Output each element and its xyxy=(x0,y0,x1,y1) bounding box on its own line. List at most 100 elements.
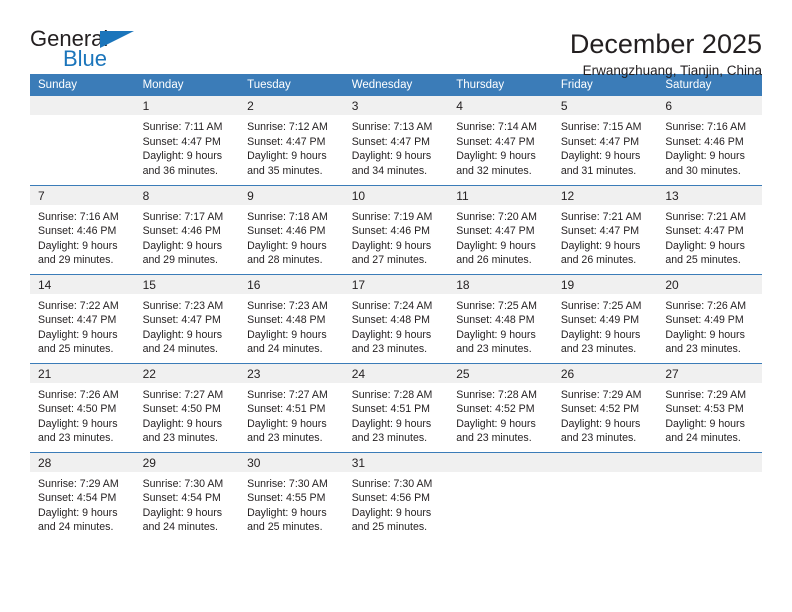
day-number: 11 xyxy=(448,185,553,205)
daylight-text-line2: and 24 minutes. xyxy=(142,343,218,356)
sunset-text: Sunset: 4:48 PM xyxy=(456,314,535,327)
sunset-text: Sunset: 4:47 PM xyxy=(560,225,640,238)
calendar-day-cell[interactable]: 9 Sunrise: 7:18 AM Sunset: 4:46 PM Daylight… xyxy=(239,184,344,274)
calendar-day-cell[interactable]: 24 Sunrise: 7:28 AM Sunset: 4:51 PM Dayligh… xyxy=(343,362,449,452)
day-details: Sunrise: 7:27 AM Sunset: 4:50 PM Daylight:… xyxy=(135,383,240,446)
daylight-text-line1: Daylight: 9 hours xyxy=(560,417,641,430)
sunrise-text: Sunrise: 7:28 AM xyxy=(351,388,433,401)
day-details: Sunrise: 7:16 AM Sunset: 4:46 PM Daylight:… xyxy=(657,115,762,178)
day-number: 13 xyxy=(657,185,762,205)
calendar-day-cell[interactable]: 31 Sunrise: 7:30 AM Sunset: 4:56 PM Dayligh… xyxy=(343,451,449,541)
day-details: Sunrise: 7:28 AM Sunset: 4:52 PM Daylight:… xyxy=(448,383,553,446)
sunset-text: Sunset: 4:54 PM xyxy=(142,492,221,505)
daylight-text-line1: Daylight: 9 hours xyxy=(38,239,118,252)
sunrise-text: Sunrise: 7:30 AM xyxy=(351,477,433,490)
calendar-day-cell[interactable]: 4 Sunrise: 7:14 AM Sunset: 4:47 PM Daylight… xyxy=(448,96,553,185)
calendar-day-cell[interactable]: 10 Sunrise: 7:19 AM Sunset: 4:46 PM Dayligh… xyxy=(343,184,449,274)
day-details: Sunrise: 7:24 AM Sunset: 4:48 PM Daylight:… xyxy=(344,294,449,357)
sunrise-text: Sunrise: 7:18 AM xyxy=(247,210,328,223)
calendar-day-cell[interactable]: 25 Sunrise: 7:28 AM Sunset: 4:52 PM Dayligh… xyxy=(448,362,553,452)
sunrise-text: Sunrise: 7:12 AM xyxy=(247,121,328,133)
calendar-day-cell[interactable]: 5 Sunrise: 7:15 AM Sunset: 4:47 PM Daylight… xyxy=(552,96,658,185)
daylight-text-line2: and 24 minutes. xyxy=(38,521,114,534)
sunrise-text: Sunrise: 7:14 AM xyxy=(456,121,537,133)
calendar-day-cell[interactable]: 29 Sunrise: 7:30 AM Sunset: 4:54 PM Dayligh… xyxy=(134,451,240,541)
calendar-day-cell[interactable]: 21 Sunrise: 7:26 AM Sunset: 4:50 PM Dayligh… xyxy=(30,362,135,452)
calendar-week-row: 21 Sunrise: 7:26 AM Sunset: 4:50 PM Dayligh… xyxy=(30,362,762,452)
sunrise-text: Sunrise: 7:26 AM xyxy=(665,299,747,312)
daylight-text-line2: and 25 minutes. xyxy=(38,343,114,356)
day-number: 30 xyxy=(239,452,344,472)
daylight-text-line1: Daylight: 9 hours xyxy=(38,328,118,341)
sunset-text: Sunset: 4:51 PM xyxy=(351,403,431,416)
calendar-day-cell[interactable]: 15 Sunrise: 7:23 AM Sunset: 4:47 PM Dayligh… xyxy=(134,273,240,363)
day-number: 18 xyxy=(448,274,553,294)
calendar-day-cell[interactable]: 12 Sunrise: 7:21 AM Sunset: 4:47 PM Dayligh… xyxy=(552,184,658,274)
calendar-day-cell[interactable]: 14 Sunrise: 7:22 AM Sunset: 4:47 PM Dayligh… xyxy=(30,273,135,363)
day-number: 2 xyxy=(239,96,344,115)
calendar-day-cell[interactable]: 26 Sunrise: 7:29 AM Sunset: 4:52 PM Dayligh… xyxy=(552,362,658,452)
daylight-text-line2: and 25 minutes. xyxy=(665,254,741,267)
sunrise-text: Sunrise: 7:21 AM xyxy=(560,210,642,223)
day-number xyxy=(657,452,762,472)
general-blue-logo[interactable]: General Blue xyxy=(30,28,150,74)
day-details: Sunrise: 7:23 AM Sunset: 4:47 PM Daylight:… xyxy=(135,294,240,357)
day-number: 5 xyxy=(552,96,658,115)
day-number: 29 xyxy=(134,452,240,472)
sunset-text: Sunset: 4:55 PM xyxy=(247,492,326,505)
calendar-day-cell[interactable]: 28 Sunrise: 7:29 AM Sunset: 4:54 PM Dayligh… xyxy=(30,451,135,541)
sunset-text: Sunset: 4:47 PM xyxy=(247,135,326,148)
daylight-text-line2: and 29 minutes. xyxy=(142,254,218,267)
calendar-day-cell[interactable]: 7 Sunrise: 7:16 AM Sunset: 4:46 PM Daylight… xyxy=(30,184,135,274)
calendar-day-cell[interactable]: 8 Sunrise: 7:17 AM Sunset: 4:46 PM Daylight… xyxy=(134,184,240,274)
daylight-text-line2: and 24 minutes. xyxy=(142,521,218,534)
weekday-header-monday: Monday xyxy=(134,74,240,96)
calendar-day-cell[interactable]: 16 Sunrise: 7:23 AM Sunset: 4:48 PM Dayligh… xyxy=(239,273,344,363)
day-details: Sunrise: 7:30 AM Sunset: 4:54 PM Daylight:… xyxy=(135,472,240,535)
daylight-text-line2: and 25 minutes. xyxy=(351,521,428,534)
calendar-day-cell[interactable]: 3 Sunrise: 7:13 AM Sunset: 4:47 PM Daylight… xyxy=(343,96,449,185)
calendar-day-cell[interactable]: 30 Sunrise: 7:30 AM Sunset: 4:55 PM Dayligh… xyxy=(239,451,344,541)
daylight-text-line1: Daylight: 9 hours xyxy=(456,150,536,163)
calendar-day-cell[interactable]: 2 Sunrise: 7:12 AM Sunset: 4:47 PM Daylight… xyxy=(239,96,344,185)
daylight-text-line2: and 25 minutes. xyxy=(247,521,323,534)
day-number: 4 xyxy=(448,96,553,115)
daylight-text-line1: Daylight: 9 hours xyxy=(456,328,536,341)
daylight-text-line1: Daylight: 9 hours xyxy=(351,239,432,252)
daylight-text-line1: Daylight: 9 hours xyxy=(456,417,536,430)
daylight-text-line1: Daylight: 9 hours xyxy=(665,417,745,430)
daylight-text-line2: and 23 minutes. xyxy=(456,343,532,356)
sunset-text: Sunset: 4:47 PM xyxy=(456,225,535,238)
daylight-text-line1: Daylight: 9 hours xyxy=(38,506,118,519)
sunrise-text: Sunrise: 7:23 AM xyxy=(247,299,328,312)
sunset-text: Sunset: 4:50 PM xyxy=(142,403,221,416)
sunrise-text: Sunrise: 7:27 AM xyxy=(142,388,224,401)
day-number xyxy=(552,452,658,472)
day-number: 25 xyxy=(448,363,553,383)
calendar-week-row: 28 Sunrise: 7:29 AM Sunset: 4:54 PM Dayligh… xyxy=(30,451,762,541)
sunset-text: Sunset: 4:54 PM xyxy=(38,492,117,505)
calendar-day-cell[interactable]: 13 Sunrise: 7:21 AM Sunset: 4:47 PM Dayligh… xyxy=(657,184,762,274)
calendar-day-cell[interactable]: 27 Sunrise: 7:29 AM Sunset: 4:53 PM Dayligh… xyxy=(657,362,762,452)
calendar-day-cell[interactable]: 17 Sunrise: 7:24 AM Sunset: 4:48 PM Dayligh… xyxy=(343,273,449,363)
day-number: 10 xyxy=(343,185,449,205)
sunset-text: Sunset: 4:47 PM xyxy=(142,135,221,148)
calendar-day-cell[interactable]: 22 Sunrise: 7:27 AM Sunset: 4:50 PM Dayligh… xyxy=(134,362,240,452)
calendar-day-cell[interactable]: 19 Sunrise: 7:25 AM Sunset: 4:49 PM Dayligh… xyxy=(552,273,658,363)
weekday-header-sunday: Sunday xyxy=(30,74,135,96)
calendar-day-cell[interactable]: 20 Sunrise: 7:26 AM Sunset: 4:49 PM Dayligh… xyxy=(657,273,762,363)
calendar-day-cell[interactable]: 23 Sunrise: 7:27 AM Sunset: 4:51 PM Dayligh… xyxy=(239,362,344,452)
day-number: 8 xyxy=(134,185,240,205)
daylight-text-line1: Daylight: 9 hours xyxy=(247,150,327,163)
day-details: Sunrise: 7:29 AM Sunset: 4:52 PM Daylight:… xyxy=(553,383,658,446)
calendar-day-cell[interactable]: 6 Sunrise: 7:16 AM Sunset: 4:46 PM Daylight… xyxy=(657,96,762,185)
calendar-day-cell[interactable]: 11 Sunrise: 7:20 AM Sunset: 4:47 PM Dayligh… xyxy=(448,184,553,274)
day-number: 22 xyxy=(134,363,240,383)
daylight-text-line1: Daylight: 9 hours xyxy=(351,506,432,519)
sunrise-text: Sunrise: 7:15 AM xyxy=(560,121,642,133)
calendar-day-cell[interactable]: 1 Sunrise: 7:11 AM Sunset: 4:47 PM Daylight… xyxy=(134,96,240,185)
calendar-day-cell[interactable]: 18 Sunrise: 7:25 AM Sunset: 4:48 PM Dayligh… xyxy=(448,273,553,363)
day-number: 21 xyxy=(30,363,135,383)
day-number: 26 xyxy=(552,363,658,383)
daylight-text-line2: and 34 minutes. xyxy=(351,164,428,177)
